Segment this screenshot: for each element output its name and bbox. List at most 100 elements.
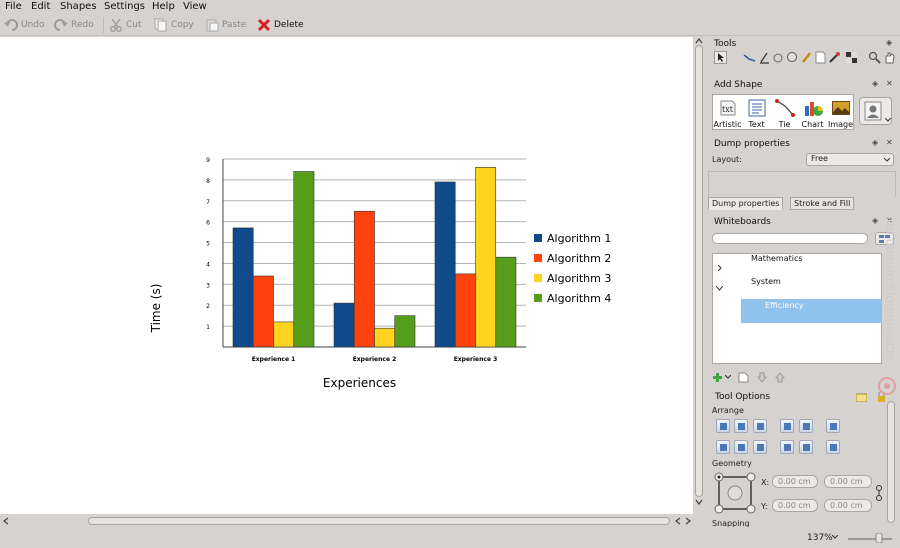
geometry-label: Geometry	[712, 459, 752, 468]
zoom-level[interactable]: 137%	[807, 533, 833, 543]
pencil-tool-icon[interactable]	[800, 51, 813, 64]
delete-button[interactable]: Delete	[257, 16, 304, 33]
legend-label: Algorithm 2	[547, 252, 611, 265]
tree-item-efficiency-selected[interactable]: Efficiency	[741, 299, 882, 323]
ungroup-button[interactable]	[826, 440, 840, 454]
shape-collection-icon	[864, 101, 882, 121]
lower-button[interactable]	[799, 419, 813, 433]
menu-edit[interactable]: Edit	[31, 1, 50, 12]
text-tool-icon[interactable]	[786, 51, 799, 64]
legend-swatch	[534, 274, 542, 282]
group-button[interactable]	[826, 419, 840, 433]
zoom-icon[interactable]	[868, 51, 881, 64]
calligraphy-tool-icon[interactable]	[772, 51, 785, 64]
y-tick-label: 4	[206, 261, 210, 268]
x-position-input[interactable]: 0.00 cm	[772, 475, 818, 488]
width-input[interactable]: 0.00 cm	[824, 475, 872, 488]
whiteboard-search-input[interactable]	[712, 233, 868, 244]
whiteboards-tree[interactable]: Mathematics System Efficiency	[712, 253, 882, 364]
arrange-label: Arrange	[712, 406, 744, 415]
close-icon[interactable]: ✕	[886, 138, 893, 147]
menu-file[interactable]: File	[5, 1, 22, 12]
path-tool-icon[interactable]	[743, 51, 756, 64]
menu-shapes[interactable]: Shapes	[60, 1, 97, 12]
align-right-button[interactable]	[753, 419, 767, 433]
send-to-back-button[interactable]	[799, 440, 813, 454]
menu-help[interactable]: Help	[152, 1, 175, 12]
tools-panel-title: Tools	[714, 39, 737, 49]
drawing-canvas[interactable]: 1 2 3 4 5 6 7 8 9 Experience 1 Experience 2 Experie…	[0, 37, 693, 514]
layout-select[interactable]: Free	[806, 153, 894, 166]
bar-algorithm-4	[293, 171, 315, 348]
pan-hand-icon[interactable]	[883, 51, 896, 64]
align-center-button[interactable]	[734, 419, 748, 433]
scroll-down-icon[interactable]	[695, 499, 703, 505]
bar-chart[interactable]: 1 2 3 4 5 6 7 8 9 Experience 1 Experience 2 Experie…	[0, 37, 693, 514]
bar-algorithm-3	[475, 167, 497, 348]
chevron-down-icon[interactable]	[832, 535, 838, 539]
page-tool-icon[interactable]	[814, 51, 827, 64]
y-position-input[interactable]: 0.00 cm	[772, 499, 818, 512]
anchor-selector[interactable]	[714, 472, 756, 514]
chevron-right-icon[interactable]	[717, 265, 723, 271]
align-bottom-button[interactable]	[753, 440, 767, 454]
pattern-tool-icon[interactable]	[845, 51, 858, 64]
align-top-button[interactable]	[716, 440, 730, 454]
tree-item-mathematics[interactable]: Mathematics	[751, 254, 803, 263]
move-down-icon[interactable]	[757, 372, 767, 383]
tab-dump-properties[interactable]: Dump properties	[708, 197, 784, 210]
shape-text[interactable]: Text	[742, 96, 771, 129]
paste-button[interactable]: Paste	[205, 16, 246, 33]
chevron-down-icon[interactable]	[725, 375, 731, 379]
shape-artistic[interactable]: txt Artistic	[713, 96, 742, 129]
y-tick-label: 9	[206, 157, 210, 164]
cut-button[interactable]: Cut	[109, 16, 142, 33]
move-up-icon[interactable]	[775, 372, 785, 383]
canvas-vertical-scrollbar[interactable]	[693, 37, 705, 514]
x-tick-label: Experience 2	[353, 356, 397, 363]
scroll-up-icon[interactable]	[695, 38, 703, 44]
horizontal-scroll-thumb[interactable]	[88, 517, 670, 525]
tab-stroke-and-fill[interactable]: Stroke and Fill	[790, 197, 855, 210]
scroll-right-icon[interactable]	[685, 517, 691, 525]
align-middle-button[interactable]	[734, 440, 748, 454]
close-icon[interactable]: ✕	[886, 79, 893, 88]
select-tool-icon[interactable]	[714, 51, 727, 64]
shape-collection-button[interactable]	[859, 97, 892, 125]
float-icon[interactable]: ◈	[872, 216, 878, 225]
tool-options-scrollbar[interactable]	[887, 401, 895, 523]
menu-settings[interactable]: Settings	[104, 1, 145, 12]
tree-item-system[interactable]: System	[751, 277, 781, 286]
bar-algorithm-2	[353, 210, 375, 348]
align-left-button[interactable]	[716, 419, 730, 433]
aspect-lock-icon[interactable]	[876, 484, 882, 502]
scroll-left-icon[interactable]	[3, 517, 9, 525]
shape-tie[interactable]: Tie	[770, 96, 799, 129]
gradient-tool-icon[interactable]	[828, 51, 841, 64]
height-input[interactable]: 0.00 cm	[824, 499, 872, 512]
raise-button[interactable]	[780, 419, 794, 433]
legend-label: Algorithm 1	[547, 232, 611, 245]
folder-icon[interactable]	[856, 392, 867, 402]
scroll-left-icon[interactable]	[675, 517, 681, 525]
new-page-icon[interactable]	[738, 372, 749, 383]
canvas-horizontal-scrollbar[interactable]	[0, 514, 705, 527]
chevron-down-icon	[885, 118, 891, 122]
shape-image[interactable]: Image	[826, 96, 855, 129]
chevron-down-icon[interactable]	[716, 286, 723, 291]
zoom-slider[interactable]	[846, 533, 894, 543]
bring-to-front-button[interactable]	[780, 440, 794, 454]
menu-view[interactable]: View	[183, 1, 207, 12]
float-icon[interactable]: ◈	[872, 138, 878, 147]
redo-button[interactable]: Redo	[54, 16, 94, 33]
float-icon[interactable]: ◈	[872, 79, 878, 88]
undo-button[interactable]: Undo	[4, 16, 45, 33]
copy-button[interactable]: Copy	[154, 16, 194, 33]
float-icon[interactable]: ◈	[886, 38, 892, 47]
add-icon[interactable]	[712, 372, 723, 383]
x-label: X:	[761, 478, 770, 487]
shape-chart[interactable]: Chart	[798, 96, 827, 129]
y-tick-label: 7	[206, 199, 210, 206]
pen-tool-icon[interactable]	[758, 51, 771, 64]
vertical-scroll-thumb[interactable]	[695, 45, 703, 497]
